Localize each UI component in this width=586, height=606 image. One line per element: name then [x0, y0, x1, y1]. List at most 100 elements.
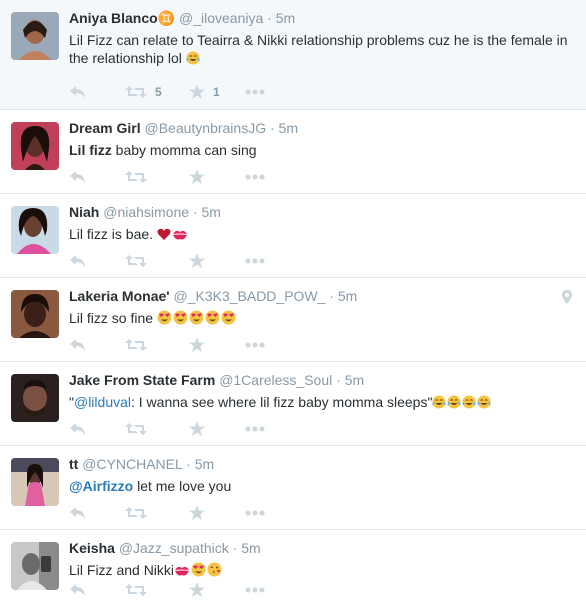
- favorite-button[interactable]: [189, 253, 245, 268]
- mention-link[interactable]: @Airfizzo: [69, 478, 133, 494]
- favorite-button[interactable]: [189, 337, 245, 352]
- tweet-text: Lil Fizz can relate to Teairra & Nikki r…: [69, 31, 574, 69]
- favorite-button[interactable]: [189, 505, 245, 520]
- avatar[interactable]: [11, 206, 59, 254]
- more-button[interactable]: [245, 587, 265, 593]
- joy-emoji-icon: [462, 395, 477, 413]
- user-handle[interactable]: @_iloveaniya: [179, 10, 263, 26]
- separator: ·: [186, 456, 191, 472]
- tweet-text-content: Lil Fizz and Nikki: [69, 562, 175, 578]
- user-fullname[interactable]: Niah: [69, 204, 99, 220]
- tweet-item[interactable]: Keisha @Jazz_supathick · 5m Lil Fizz and…: [0, 530, 586, 606]
- separator: ·: [267, 10, 272, 26]
- more-icon: [245, 174, 265, 179]
- reply-button[interactable]: [69, 338, 125, 352]
- heart-eyes-emoji-icon: [221, 310, 236, 329]
- more-button[interactable]: [245, 510, 265, 516]
- more-button[interactable]: [245, 174, 265, 180]
- reply-button[interactable]: [69, 170, 125, 184]
- reply-icon: [70, 583, 85, 596]
- separator: ·: [192, 204, 198, 220]
- timestamp[interactable]: 5m: [202, 204, 221, 220]
- user-fullname[interactable]: Aniya Blanco♊: [69, 10, 175, 26]
- retweet-button[interactable]: 5: [125, 85, 189, 99]
- user-handle[interactable]: @_K3K3_BADD_POW_: [173, 288, 325, 304]
- user-fullname[interactable]: tt: [69, 456, 78, 472]
- avatar[interactable]: [11, 374, 59, 422]
- retweet-button[interactable]: [125, 583, 189, 597]
- tweet-text-bold: Lil fizz: [69, 142, 112, 158]
- reply-button[interactable]: [69, 506, 125, 520]
- timestamp[interactable]: 5m: [338, 288, 357, 304]
- user-handle[interactable]: @CYNCHANEL: [82, 456, 182, 472]
- tweet-actions: [69, 505, 265, 520]
- reply-button[interactable]: [69, 422, 125, 436]
- tweet-item[interactable]: Lakeria Monae' @_K3K3_BADD_POW_ · 5m Lil…: [0, 278, 586, 362]
- tweet-actions: [69, 253, 265, 268]
- tweet-actions: [69, 337, 265, 352]
- user-fullname[interactable]: Dream Girl: [69, 120, 141, 136]
- retweet-button[interactable]: [125, 170, 189, 184]
- avatar[interactable]: [11, 542, 59, 590]
- heart-emoji-icon: [157, 227, 171, 245]
- avatar[interactable]: [11, 458, 59, 506]
- favorite-button[interactable]: [189, 169, 245, 184]
- timestamp[interactable]: 5m: [241, 540, 260, 556]
- tweet-text: Lil fizz so fine: [69, 309, 574, 329]
- avatar[interactable]: [11, 122, 59, 170]
- timestamp[interactable]: 5m: [345, 372, 364, 388]
- retweet-button[interactable]: [125, 338, 189, 352]
- kissing-heart-emoji-icon: [207, 562, 222, 581]
- user-handle[interactable]: @1Careless_Soul: [219, 372, 332, 388]
- tweet-item[interactable]: Niah @niahsimone · 5m Lil fizz is bae.: [0, 194, 586, 278]
- retweet-icon: [125, 338, 147, 351]
- tweet-text-content: : I wanna see where lil fizz baby momma …: [131, 394, 433, 410]
- retweet-button[interactable]: [125, 422, 189, 436]
- tweet-text: Lil fizz is bae.: [69, 225, 574, 245]
- joy-emoji-icon: [432, 395, 447, 413]
- joy-emoji-icon: [477, 395, 492, 413]
- retweet-button[interactable]: [125, 254, 189, 268]
- user-fullname[interactable]: Keisha: [69, 540, 115, 556]
- star-icon: [189, 337, 205, 352]
- retweet-button[interactable]: [125, 506, 189, 520]
- reply-icon: [70, 506, 85, 519]
- timestamp[interactable]: 5m: [279, 120, 298, 136]
- tweet-item[interactable]: Aniya Blanco♊ @_iloveaniya · 5m Lil Fizz…: [0, 0, 586, 110]
- more-icon: [245, 510, 265, 515]
- user-handle[interactable]: @Jazz_supathick: [119, 540, 229, 556]
- tweet-item[interactable]: Dream Girl @BeautynbrainsJG · 5m Lil fiz…: [0, 110, 586, 194]
- avatar[interactable]: [11, 12, 59, 60]
- more-button[interactable]: [245, 426, 265, 432]
- reply-button[interactable]: [69, 254, 125, 268]
- more-button[interactable]: [245, 342, 265, 348]
- reply-button[interactable]: [69, 85, 125, 99]
- heart-eyes-emoji-icon: [173, 310, 188, 329]
- tweet-item[interactable]: tt @CYNCHANEL · 5m @Airfizzo let me love…: [0, 446, 586, 530]
- favorite-button[interactable]: 1: [189, 84, 245, 99]
- timestamp[interactable]: 5m: [276, 10, 295, 26]
- user-fullname[interactable]: Jake From State Farm: [69, 372, 215, 388]
- avatar[interactable]: [11, 290, 59, 338]
- user-handle[interactable]: @niahsimone: [103, 204, 189, 220]
- more-button[interactable]: [245, 258, 265, 264]
- retweet-icon: [125, 85, 147, 98]
- star-icon: [189, 169, 205, 184]
- retweet-icon: [125, 422, 147, 435]
- user-fullname[interactable]: Lakeria Monae': [69, 288, 170, 304]
- mention-link[interactable]: @lilduval: [74, 394, 131, 410]
- more-icon: [245, 89, 265, 94]
- heart-eyes-emoji-icon: [189, 310, 204, 329]
- tweet-actions: [69, 582, 265, 597]
- timestamp[interactable]: 5m: [195, 456, 214, 472]
- user-handle[interactable]: @BeautynbrainsJG: [144, 120, 266, 136]
- more-button[interactable]: [245, 89, 265, 95]
- reply-icon: [70, 170, 85, 183]
- favorite-button[interactable]: [189, 582, 245, 597]
- location-pin-icon[interactable]: [562, 290, 572, 309]
- tweet-item[interactable]: Jake From State Farm @1Careless_Soul · 5…: [0, 362, 586, 446]
- tweet-actions: [69, 169, 265, 184]
- tweet-text: @Airfizzo let me love you: [69, 477, 574, 495]
- favorite-button[interactable]: [189, 421, 245, 436]
- reply-button[interactable]: [69, 583, 125, 597]
